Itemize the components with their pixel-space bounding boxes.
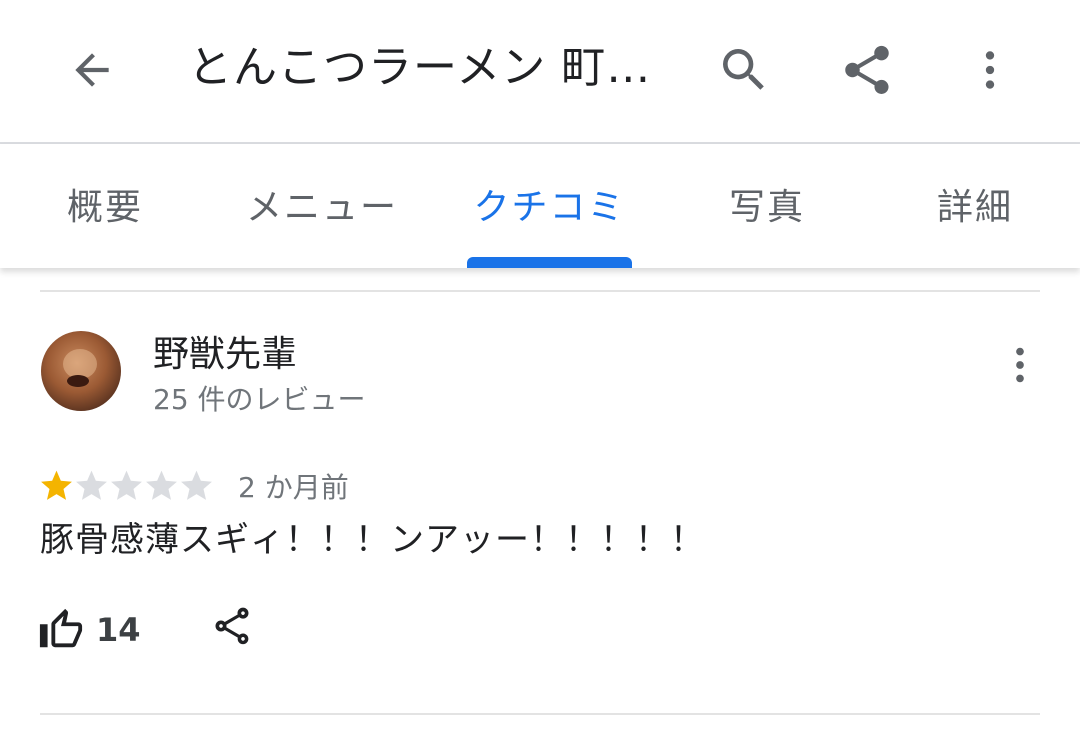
search-icon bbox=[723, 49, 764, 90]
review-share-button[interactable] bbox=[202, 596, 262, 656]
tab-reviews[interactable]: クチコミ bbox=[467, 144, 632, 264]
active-tab-indicator bbox=[467, 257, 632, 268]
star-filled-icon bbox=[41, 470, 72, 500]
avatar-mouth bbox=[67, 375, 89, 387]
share-icon bbox=[845, 45, 889, 94]
like-count: 14 bbox=[96, 611, 141, 649]
more-vert-icon bbox=[985, 51, 995, 89]
review-text: 豚骨感薄スギィ！！！ンアッー！！！！！ bbox=[40, 520, 705, 560]
share-icon bbox=[215, 607, 249, 645]
review-author-name[interactable]: 野獣先輩 bbox=[153, 330, 297, 380]
page-title: とんこつラーメン 町… bbox=[188, 42, 648, 93]
more-options-button[interactable] bbox=[950, 30, 1030, 110]
star-rating bbox=[38, 464, 213, 508]
tab-bar: 概要 メニュー クチコミ 写真 詳細 bbox=[0, 144, 1080, 268]
app-screen: とんこつラーメン 町… 概要 メニュー クチコミ 写真 詳細 野獣先輩 25 件… bbox=[0, 0, 1080, 751]
star-empty-icon bbox=[181, 470, 212, 500]
review-author-count: 25 件のレビュー bbox=[153, 383, 366, 416]
star-empty-icon bbox=[111, 470, 142, 500]
share-button[interactable] bbox=[827, 30, 907, 110]
arrow-back-icon bbox=[75, 53, 109, 87]
thumb-up-icon bbox=[39, 608, 83, 648]
divider bbox=[40, 290, 1040, 292]
like-button[interactable]: 14 bbox=[38, 600, 141, 660]
tab-menu[interactable]: メニュー bbox=[232, 144, 412, 264]
star-empty-icon bbox=[146, 470, 177, 500]
tab-details[interactable]: 詳細 bbox=[920, 144, 1030, 264]
search-button[interactable] bbox=[704, 30, 784, 110]
avatar[interactable] bbox=[41, 331, 121, 411]
back-button[interactable] bbox=[52, 30, 132, 110]
tab-photos[interactable]: 写真 bbox=[712, 144, 822, 264]
tab-overview[interactable]: 概要 bbox=[40, 144, 170, 264]
more-vert-icon bbox=[1016, 347, 1024, 383]
star-empty-icon bbox=[76, 470, 107, 500]
app-bar: とんこつラーメン 町… bbox=[0, 0, 1080, 144]
divider bbox=[40, 713, 1040, 715]
review-time: 2 か月前 bbox=[238, 471, 349, 504]
review-more-button[interactable] bbox=[990, 335, 1050, 395]
